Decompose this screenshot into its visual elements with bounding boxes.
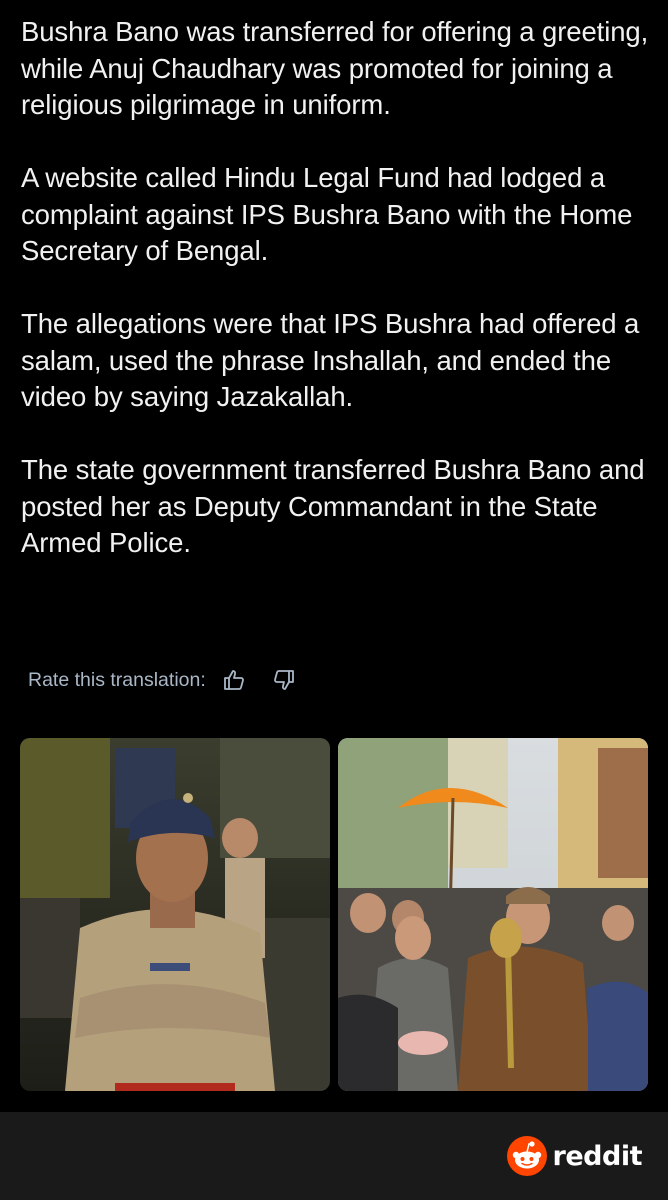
media-image-left[interactable] (20, 738, 330, 1091)
post-paragraph-2: A website called Hindu Legal Fund had lo… (21, 162, 633, 266)
post-paragraph-4: The state government transferred Bushra … (21, 454, 645, 558)
procession-photo (338, 738, 648, 1091)
post-paragraph-3: The allegations were that IPS Bushra had… (21, 308, 640, 412)
reddit-snoo-icon (506, 1136, 547, 1176)
post-paragraph-1: Bushra Bano was transferred for offering… (21, 16, 649, 120)
reddit-wordmark: reddit (552, 1140, 643, 1172)
media-gallery (20, 738, 648, 1091)
thumbs-up-button[interactable] (214, 663, 254, 697)
post-body: Bushra Bano was transferred for offering… (21, 14, 651, 598)
rate-translation-row: Rate this translation: (28, 663, 304, 697)
reddit-brand[interactable]: reddit (506, 1132, 643, 1180)
thumbs-up-icon (223, 670, 244, 690)
rate-translation-label: Rate this translation: (28, 668, 206, 691)
policewoman-photo (20, 738, 330, 1091)
thumbs-down-icon (273, 670, 294, 690)
media-image-right[interactable] (338, 738, 648, 1091)
footer-bar: reddit (0, 1112, 668, 1200)
thumbs-down-button[interactable] (264, 663, 304, 697)
